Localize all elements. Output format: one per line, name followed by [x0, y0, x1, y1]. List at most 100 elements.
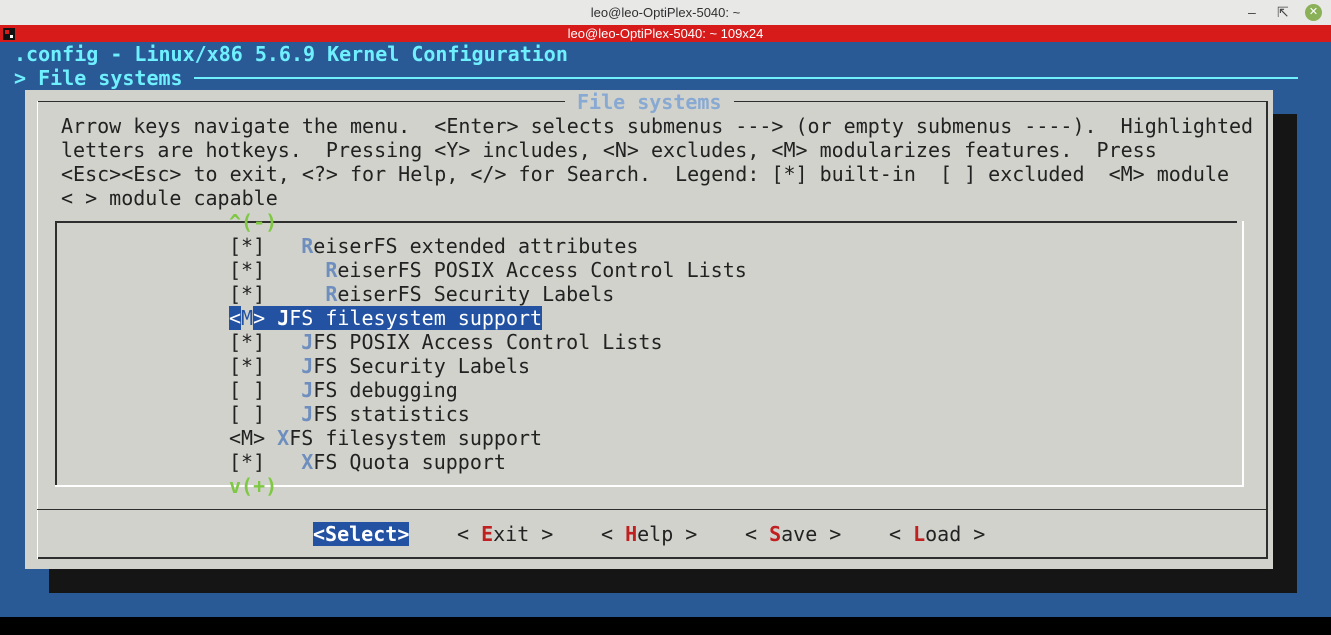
hotkey-letter: X — [277, 426, 290, 450]
scroll-down-indicator[interactable]: v(+) — [229, 474, 277, 498]
minimize-icon[interactable]: ‒ — [1248, 0, 1256, 25]
button-bracket: < — [889, 522, 914, 546]
hotkey-letter: H — [625, 522, 638, 546]
button-bracket: < — [745, 522, 770, 546]
save-button[interactable]: < Save > — [745, 522, 841, 546]
menu-item-jfs-posix-acl[interactable]: [*] JFS POSIX Access Control Lists — [229, 330, 663, 354]
menu-item-jfs-debugging[interactable]: [ ] JFS debugging — [229, 378, 458, 402]
hotkey-letter: S — [325, 522, 338, 546]
select-button[interactable]: <Select> — [313, 522, 410, 546]
button-bracket: > — [961, 522, 986, 546]
button-bracket: > — [529, 522, 554, 546]
menu-item-label: FS Security Labels — [313, 354, 531, 378]
button-label: elect — [337, 522, 398, 546]
menu-item-label: FS filesystem support — [289, 426, 543, 450]
menu-item-label: FS Quota support — [313, 450, 506, 474]
hotkey-letter: R — [301, 234, 314, 258]
menu-item-label: FS filesystem support — [289, 306, 543, 330]
menu-box-border-left — [55, 221, 57, 487]
hotkey-letter: L — [913, 522, 926, 546]
button-label: xit — [493, 522, 530, 546]
button-bracket: > — [817, 522, 842, 546]
option-state: [ ] — [229, 402, 266, 426]
scroll-up-indicator[interactable]: ^(-) — [229, 210, 277, 234]
help-text-line: letters are hotkeys. Pressing <Y> includ… — [61, 138, 1157, 162]
button-bracket: < — [601, 522, 626, 546]
button-label: elp — [637, 522, 674, 546]
menu-item-reiserfs-posix-acl[interactable]: [*] ReiserFS POSIX Access Control Lists — [229, 258, 747, 282]
terminal-bottom-edge — [0, 617, 1331, 635]
window-title: leo@leo-OptiPlex-5040: ~ — [590, 5, 741, 20]
menu-item-xfs-quota[interactable]: [*] XFS Quota support — [229, 450, 506, 474]
button-bracket: > — [397, 522, 410, 546]
option-state: [*] — [229, 258, 266, 282]
exit-button[interactable]: < Exit > — [457, 522, 553, 546]
option-state-open: < — [229, 306, 242, 330]
close-icon[interactable]: ✕ — [1305, 4, 1322, 21]
menu-item-jfs-security[interactable]: [*] JFS Security Labels — [229, 354, 530, 378]
terminal-tab[interactable]: leo@leo-OptiPlex-5040: ~ 109x24 — [0, 25, 1331, 42]
menu-box-border-right — [1242, 221, 1244, 487]
hotkey-letter: E — [481, 522, 494, 546]
dialog-border-right — [1266, 101, 1268, 559]
dialog-border-bottom — [37, 557, 1268, 559]
help-button[interactable]: < Help > — [601, 522, 697, 546]
hotkey-letter: S — [769, 522, 782, 546]
menu-item-label: eiserFS POSIX Access Control Lists — [337, 258, 747, 282]
breadcrumb: > File systems — [14, 66, 183, 90]
option-state: [*] — [229, 354, 266, 378]
menu-item-label: FS debugging — [313, 378, 458, 402]
button-bracket: < — [313, 522, 326, 546]
menu-item-reiserfs-xattr[interactable]: [*] ReiserFS extended attributes — [229, 234, 638, 258]
option-state-close: > — [253, 306, 266, 330]
window-titlebar: leo@leo-OptiPlex-5040: ~ ‒ ⇱ ✕ — [0, 0, 1331, 25]
menu-item-jfs-support[interactable]: <M> JFS filesystem support — [229, 306, 543, 330]
option-state: [ ] — [229, 378, 266, 402]
help-text-line: Arrow keys navigate the menu. <Enter> se… — [61, 114, 1254, 138]
hotkey-letter: J — [301, 378, 314, 402]
hotkey-letter: J — [301, 354, 314, 378]
menu-item-jfs-statistics[interactable]: [ ] JFS statistics — [229, 402, 470, 426]
menu-item-label: FS statistics — [313, 402, 470, 426]
menu-item-label: eiserFS extended attributes — [313, 234, 639, 258]
hotkey-letter: X — [301, 450, 314, 474]
menu-item-label: eiserFS Security Labels — [337, 282, 615, 306]
button-label: oad — [925, 522, 962, 546]
option-state: [*] — [229, 450, 266, 474]
button-separator-dark — [37, 509, 1268, 510]
hotkey-letter: J — [301, 402, 314, 426]
menu-item-xfs-support[interactable]: <M> XFS filesystem support — [229, 426, 542, 450]
tab-title: leo@leo-OptiPlex-5040: ~ 109x24 — [567, 26, 764, 41]
option-state: [*] — [229, 234, 266, 258]
hotkey-letter: R — [325, 282, 338, 306]
button-bracket: > — [673, 522, 698, 546]
load-button[interactable]: < Load > — [889, 522, 985, 546]
option-state: [*] — [229, 282, 266, 306]
hotkey-letter: R — [325, 258, 338, 282]
config-title: .config - Linux/x86 5.6.9 Kernel Configu… — [14, 42, 568, 66]
dialog-title: File systems — [565, 90, 734, 114]
help-text-line: < > module capable — [61, 186, 278, 210]
hotkey-letter: J — [277, 306, 290, 330]
menu-item-reiserfs-security[interactable]: [*] ReiserFS Security Labels — [229, 282, 614, 306]
option-state-value: M — [241, 306, 254, 330]
maximize-icon[interactable]: ⇱ — [1277, 0, 1289, 25]
option-state: <M> — [229, 426, 266, 450]
dialog-border-left — [37, 101, 38, 559]
help-text-line: <Esc><Esc> to exit, <?> for Help, </> fo… — [61, 162, 1229, 186]
option-state: [*] — [229, 330, 266, 354]
hotkey-letter: J — [301, 330, 314, 354]
menu-item-label: FS POSIX Access Control Lists — [313, 330, 663, 354]
terminal-menu-icon[interactable] — [3, 28, 15, 40]
button-bracket: < — [457, 522, 482, 546]
